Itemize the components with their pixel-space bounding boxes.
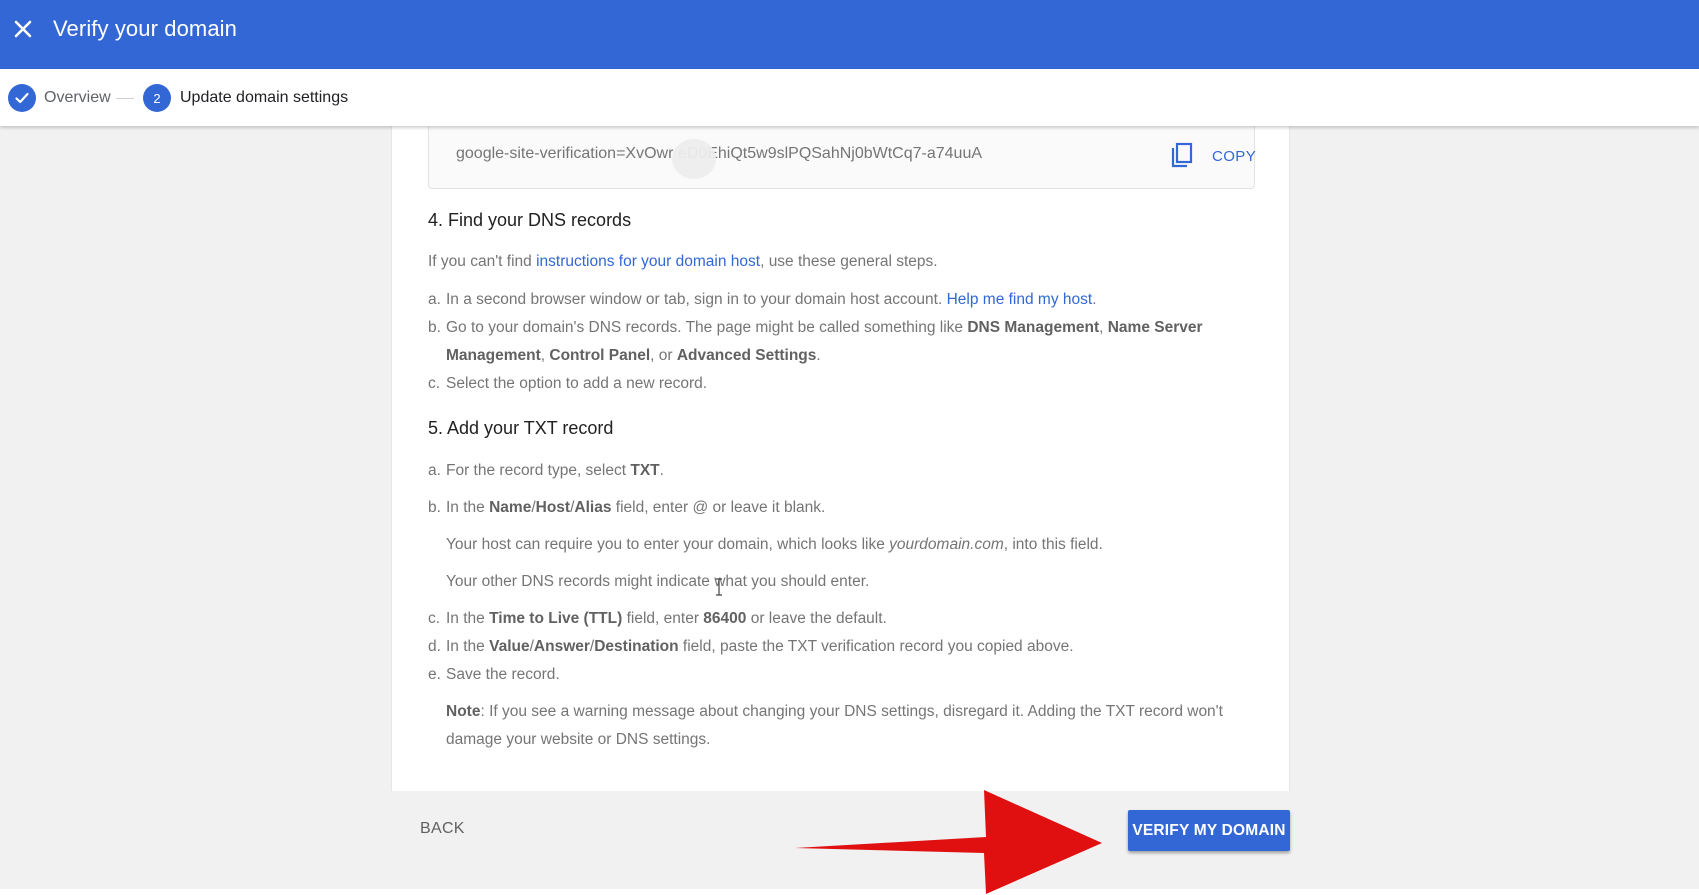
content-card: google-site-verification=XvOwr eD0EhiQt5… — [391, 126, 1290, 791]
back-button[interactable]: BACK — [420, 820, 465, 838]
step-text: Your host can require you to enter your … — [446, 536, 890, 553]
step-text: , into this field. — [1003, 536, 1103, 553]
step-text: In the — [446, 638, 490, 655]
domain-host-instructions-link[interactable]: instructions for your domain host — [536, 253, 760, 270]
list-marker: c. — [428, 375, 441, 392]
step-text: In a second browser window or tab, sign … — [446, 291, 947, 308]
step-text: Go to your domain's DNS records. The pag… — [446, 319, 968, 336]
bold-term: TXT — [630, 462, 660, 479]
step-text: In the — [446, 610, 490, 627]
section-4-heading: 4. Find your DNS records — [428, 210, 632, 230]
list-marker: d. — [428, 638, 441, 655]
bold-term: DNS Management — [967, 319, 1100, 336]
note-line2: damage your website or DNS settings. — [446, 731, 711, 748]
bold-term: Answer — [533, 638, 590, 655]
bold-term: Name — [489, 499, 532, 516]
step-punct: , — [1099, 319, 1108, 336]
step-punct: . — [1092, 291, 1097, 308]
example-domain: yourdomain.com — [889, 536, 1004, 553]
intro-text: If you can't find — [428, 253, 537, 270]
app-bar: Verify your domain — [0, 0, 1699, 69]
step-text: field, enter — [622, 610, 704, 627]
step-text: field, enter @ or leave it blank. — [611, 499, 826, 516]
stepper: Overview 2 Update domain settings — [0, 69, 1699, 126]
bold-term: Name Server — [1107, 319, 1203, 336]
copy-icon — [1171, 142, 1193, 168]
red-arrow-annotation-icon — [795, 790, 1102, 894]
section-5-step-b-sub2: Your other DNS records might indicate wh… — [446, 573, 870, 590]
list-marker: c. — [428, 610, 441, 627]
bold-term: Advanced Settings — [676, 347, 817, 364]
bold-term: 86400 — [703, 610, 747, 627]
step-text: For the record type, select — [446, 462, 631, 479]
step-punct: . — [659, 462, 664, 479]
bold-term: Host — [535, 499, 571, 516]
step-text: field, paste the TXT verification record… — [678, 638, 1074, 655]
bold-term: Alias — [574, 499, 612, 516]
step-2-number: 2 — [143, 84, 171, 112]
text-cursor-icon — [716, 578, 722, 596]
section-5-step-b-sub1: Your host can require you to enter your … — [446, 531, 1103, 559]
intro-suffix: , use these general steps. — [760, 253, 938, 270]
note-line1: Note: If you see a warning message about… — [446, 698, 1223, 726]
bold-term: Destination — [594, 638, 679, 655]
verify-my-domain-button[interactable]: VERIFY MY DOMAIN — [1128, 810, 1290, 851]
section-4-step-a: In a second browser window or tab, sign … — [446, 286, 1097, 314]
step-2-label: Update domain settings — [180, 89, 349, 106]
copy-label: COPY — [1212, 147, 1257, 165]
section-4-step-c: Select the option to add a new record. — [446, 375, 708, 392]
close-button[interactable] — [6, 12, 40, 46]
section-5-step-e: Save the record. — [446, 666, 560, 683]
note-label: Note — [446, 703, 481, 720]
help-find-host-link[interactable]: Help me find my host — [947, 291, 1093, 308]
bold-term: Time to Live (TTL) — [489, 610, 623, 627]
bold-term: Control Panel — [549, 347, 651, 364]
list-marker: b. — [428, 499, 441, 516]
note-text: : If you see a warning message about cha… — [480, 703, 1223, 720]
section-5-step-d: In the Value/Answer/Destination field, p… — [446, 633, 1074, 661]
step-punct: . — [816, 347, 821, 364]
section-4-step-b-line2: Management, Control Panel, or Advanced S… — [446, 342, 821, 370]
bold-term: Value — [489, 638, 530, 655]
section-5-step-c: In the Time to Live (TTL) field, enter 8… — [446, 605, 887, 633]
list-marker: a. — [428, 291, 441, 308]
close-icon — [14, 20, 32, 38]
list-marker: e. — [428, 666, 441, 683]
section-4-intro: If you can't find instructions for your … — [428, 248, 938, 276]
step-text: or leave the default. — [746, 610, 887, 627]
bold-term: Management — [446, 347, 541, 364]
step-text: In the — [446, 499, 490, 516]
redaction-blur — [672, 139, 716, 179]
step-1-label[interactable]: Overview — [44, 89, 111, 107]
section-5-heading: 5. Add your TXT record — [428, 418, 614, 438]
check-icon — [15, 92, 29, 104]
list-marker: b. — [428, 319, 441, 336]
section-5-step-a: For the record type, select TXT. — [446, 457, 664, 485]
step-1-complete-indicator[interactable] — [8, 84, 36, 112]
step-punct: , or — [650, 347, 677, 364]
verification-record[interactable]: google-site-verification=XvOwr eD0EhiQt5… — [456, 145, 982, 163]
page-title: Verify your domain — [53, 16, 237, 41]
list-marker: a. — [428, 462, 441, 479]
step-divider — [116, 98, 134, 99]
section-5-step-b: In the Name/Host/Alias field, enter @ or… — [446, 494, 825, 522]
section-4-step-b-line1: Go to your domain's DNS records. The pag… — [446, 314, 1203, 342]
copy-button[interactable]: COPY — [1170, 136, 1256, 176]
verification-record-box: google-site-verification=XvOwr eD0EhiQt5… — [428, 126, 1256, 189]
